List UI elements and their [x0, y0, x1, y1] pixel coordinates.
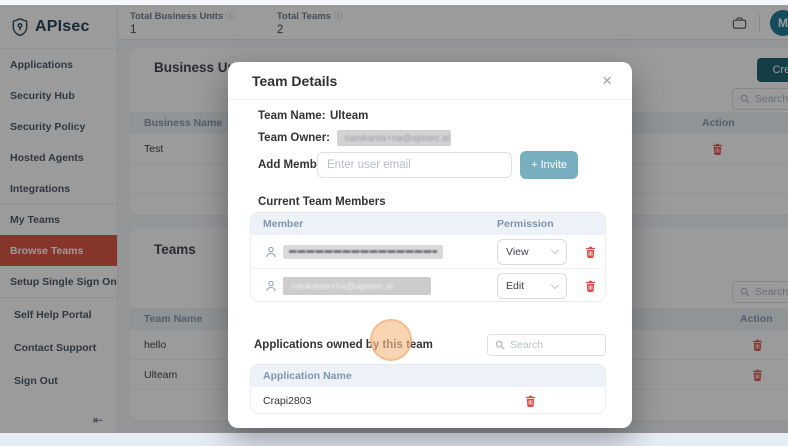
- apps-table: Application Name Crapi2803: [250, 364, 606, 414]
- remove-member-button[interactable]: [583, 278, 598, 294]
- remove-app-button[interactable]: [523, 393, 538, 409]
- invite-button[interactable]: + Invite: [520, 151, 578, 179]
- modal-title: Team Details: [252, 73, 337, 89]
- add-member-email-input[interactable]: [317, 152, 512, 178]
- member-email-redacted: [283, 245, 443, 259]
- person-icon: [265, 246, 277, 258]
- apps-table-header: Application Name: [251, 365, 605, 387]
- apps-search-input[interactable]: [510, 339, 590, 351]
- member-row: nankanta+ha@apisec.ai Edit: [251, 269, 605, 302]
- bottom-margin-strip: [0, 433, 788, 446]
- team-owner-redacted: nanikanta+na@apisec.ai: [337, 130, 451, 146]
- team-name-value: Ulteam: [330, 110, 368, 122]
- apps-search[interactable]: [487, 334, 606, 356]
- members-table: Member Permission View: [250, 212, 606, 302]
- permission-select[interactable]: View: [497, 239, 567, 265]
- team-details-modal: Team Details × Team Name: Ulteam Team Ow…: [228, 62, 632, 428]
- permission-select[interactable]: Edit: [497, 273, 567, 299]
- team-name-row: Team Name: Ulteam: [258, 106, 368, 124]
- current-team-members-title: Current Team Members: [258, 196, 386, 208]
- remove-member-button[interactable]: [583, 244, 598, 260]
- member-email-redacted: nankanta+ha@apisec.ai: [283, 277, 431, 295]
- apps-section-header: Applications owned by this team: [254, 334, 606, 356]
- chevron-down-icon: [551, 246, 559, 254]
- app-window: APIsec Applications Security Hub Securit…: [0, 0, 788, 446]
- app-row: Crapi2803: [251, 387, 605, 414]
- members-table-header: Member Permission: [251, 213, 605, 235]
- member-row: View: [251, 235, 605, 269]
- modal-header: Team Details ×: [228, 62, 632, 100]
- person-icon: [265, 280, 277, 292]
- apps-owned-title: Applications owned by this team: [254, 339, 433, 351]
- search-icon: [495, 340, 505, 350]
- chevron-down-icon: [551, 280, 559, 288]
- close-icon[interactable]: ×: [602, 72, 612, 89]
- team-owner-row: Team Owner: nanikanta+na@apisec.ai: [258, 130, 451, 146]
